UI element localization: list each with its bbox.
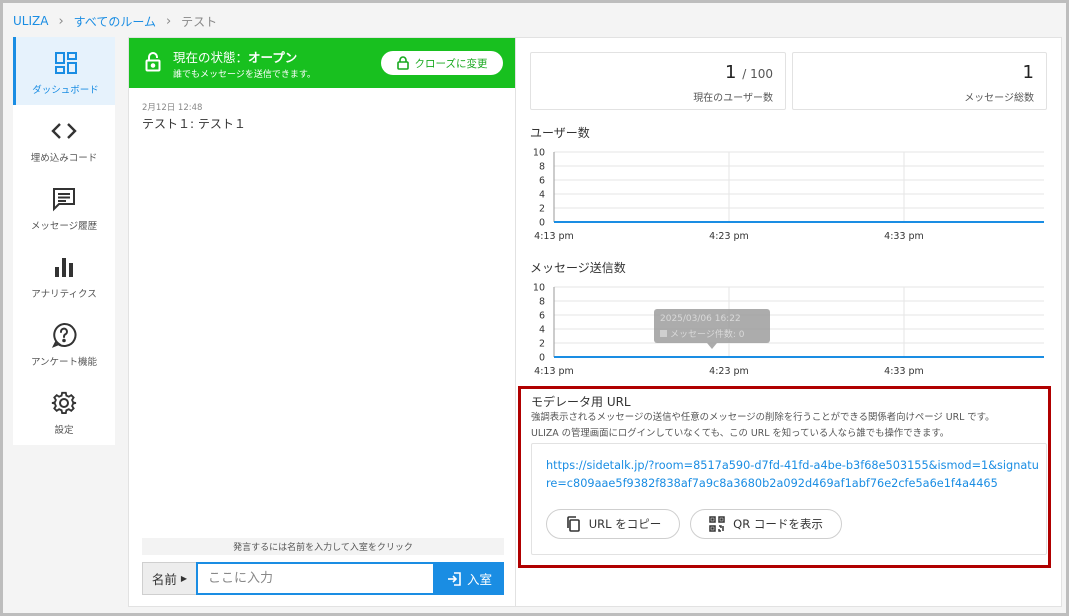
y-tick-label: 4 (539, 325, 545, 336)
moderator-desc-line: ULIZA の管理画面にログインしていなくても、この URL を知っている人なら… (531, 428, 950, 439)
enter-room-button[interactable]: 入室 (435, 562, 504, 595)
messages-chart-title: メッセージ送信数 (530, 261, 626, 275)
sidebar-item-label: アンケート機能 (30, 357, 98, 368)
current-users-value: 1 / 100 (725, 62, 773, 83)
chat-panel: 現在の状態：オープン 誰でもメッセージを送信できます。 クローズに変更 2月12… (128, 37, 516, 607)
copy-url-button[interactable]: URL をコピー (546, 509, 680, 539)
x-tick-label: 4:23 pm (709, 366, 749, 377)
current-users-label: 現在のユーザー数 (693, 93, 773, 104)
y-tick-label: 8 (539, 297, 545, 308)
sidebar-item-label: アナリティクス (31, 289, 97, 300)
name-label-text: 名前 (151, 572, 177, 587)
x-tick-label: 4:23 pm (709, 231, 749, 242)
total-messages-label: メッセージ総数 (964, 93, 1034, 104)
survey-icon (50, 321, 78, 349)
status-state: オープン (248, 50, 298, 65)
y-tick-label: 6 (539, 176, 545, 187)
y-tick-label: 4 (539, 190, 545, 201)
y-tick-label: 0 (539, 353, 545, 364)
show-qr-button[interactable]: QR コードを表示 (690, 509, 842, 539)
sidebar-item-label: 設定 (54, 425, 74, 436)
total-messages-value: 1 (1022, 62, 1034, 83)
tooltip-pointer (707, 343, 717, 349)
status-prefix: 現在の状態： (173, 50, 249, 65)
composer-row: 名前 ▶ 入室 (142, 562, 504, 595)
change-to-closed-label: クローズに変更 (414, 57, 488, 70)
enter-room-label: 入室 (466, 572, 492, 587)
current-users-max: / 100 (742, 67, 773, 81)
lock-icon (396, 56, 409, 70)
name-input[interactable] (196, 562, 435, 595)
analytics-icon (50, 253, 78, 281)
y-tick-label: 10 (533, 148, 545, 159)
room-status-subtitle: 誰でもメッセージを送信できます。 (173, 70, 316, 80)
sidebar: ダッシュボード 埋め込みコード メッセージ履歴 アナリティクス アンケート機能 … (13, 37, 115, 445)
copy-icon (566, 516, 580, 532)
message-text: テスト１: テスト１ (142, 117, 246, 131)
dashboard-panel: 1 / 100 現在のユーザー数 1 メッセージ総数 ユーザー数 10 8 6 4 2 0… (516, 37, 1062, 607)
y-tick-label: 2 (539, 204, 545, 215)
message-timestamp: 2月12日 12:48 (142, 103, 203, 113)
x-tick-label: 4:33 pm (884, 231, 924, 242)
sidebar-item-dashboard[interactable]: ダッシュボード (13, 37, 115, 105)
change-to-closed-button[interactable]: クローズに変更 (381, 51, 503, 75)
moderator-desc-line: 強調表示されるメッセージの送信や任意のメッセージの削除を行うことができる関係者向… (531, 412, 995, 423)
breadcrumb-root-link[interactable]: ULIZA (13, 14, 48, 28)
sidebar-item-embed-code[interactable]: 埋め込みコード (13, 105, 115, 173)
qr-code-icon (709, 516, 725, 532)
tooltip-title: 2025/03/06 16:22 (660, 314, 741, 324)
tooltip-label: メッセージ件数: 0 (670, 328, 745, 340)
sidebar-item-analytics[interactable]: アナリティクス (13, 241, 115, 309)
y-tick-label: 6 (539, 311, 545, 322)
room-status-bar: 現在の状態：オープン 誰でもメッセージを送信できます。 クローズに変更 (129, 38, 515, 88)
moderator-url-link[interactable]: https://sidetalk.jp/?room=8517a590-d7fd-… (546, 457, 1042, 493)
sidebar-item-label: ダッシュボード (32, 85, 99, 96)
breadcrumb-current: テスト (181, 14, 218, 29)
y-tick-label: 2 (539, 339, 545, 350)
x-tick-label: 4:33 pm (884, 366, 924, 377)
y-tick-label: 10 (533, 283, 545, 294)
sidebar-item-message-history[interactable]: メッセージ履歴 (13, 173, 115, 241)
tooltip-swatch (660, 330, 667, 337)
composer-hint: 発言するには名前を入力して入室をクリック (142, 538, 504, 555)
chevron-right-icon: › (165, 13, 172, 29)
caret-right-icon: ▶ (180, 574, 188, 583)
lock-open-icon (145, 52, 161, 76)
chevron-right-icon: › (58, 13, 64, 29)
copy-url-label: URL をコピー (588, 517, 662, 531)
moderator-title: モデレータ用 URL (531, 395, 631, 409)
total-messages-card: 1 メッセージ総数 (792, 52, 1047, 110)
room-status-title: 現在の状態：オープン (173, 47, 297, 66)
message-icon (50, 185, 78, 213)
sidebar-item-label: 埋め込みコード (30, 153, 98, 164)
y-tick-label: 0 (539, 218, 545, 229)
show-qr-label: QR コードを表示 (733, 517, 823, 531)
y-tick-label: 8 (539, 162, 545, 173)
breadcrumb: ULIZA › すべてのルーム › テスト (13, 12, 217, 30)
moderator-description: 強調表示されるメッセージの送信や任意のメッセージの削除を行うことができる関係者向… (531, 410, 995, 442)
sidebar-item-label: メッセージ履歴 (30, 221, 98, 232)
sidebar-item-survey[interactable]: アンケート機能 (13, 309, 115, 377)
sidebar-item-settings[interactable]: 設定 (13, 377, 115, 445)
x-tick-label: 4:13 pm (534, 366, 574, 377)
login-icon (447, 571, 461, 586)
x-tick-label: 4:13 pm (534, 231, 574, 242)
current-users-card: 1 / 100 現在のユーザー数 (530, 52, 786, 110)
moderator-url-section: モデレータ用 URL 強調表示されるメッセージの送信や任意のメッセージの削除を行… (518, 386, 1051, 568)
users-chart: 10 8 6 4 2 0 4:13 pm 4:23 pm 4:33 pm (533, 148, 1044, 242)
gear-icon (50, 389, 78, 417)
moderator-url-card: https://sidetalk.jp/?room=8517a590-d7fd-… (531, 443, 1047, 555)
messages-chart: 10 8 6 4 2 0 4:13 pm 4:23 pm 4:33 pm 2025/03/06 1… (533, 283, 1044, 377)
breadcrumb-rooms-link[interactable]: すべてのルーム (74, 13, 156, 30)
users-chart-title: ユーザー数 (530, 126, 590, 140)
name-label: 名前 ▶ (142, 562, 196, 595)
code-icon (50, 117, 78, 145)
dashboard-icon (52, 49, 80, 77)
current-users-count: 1 (725, 62, 737, 83)
